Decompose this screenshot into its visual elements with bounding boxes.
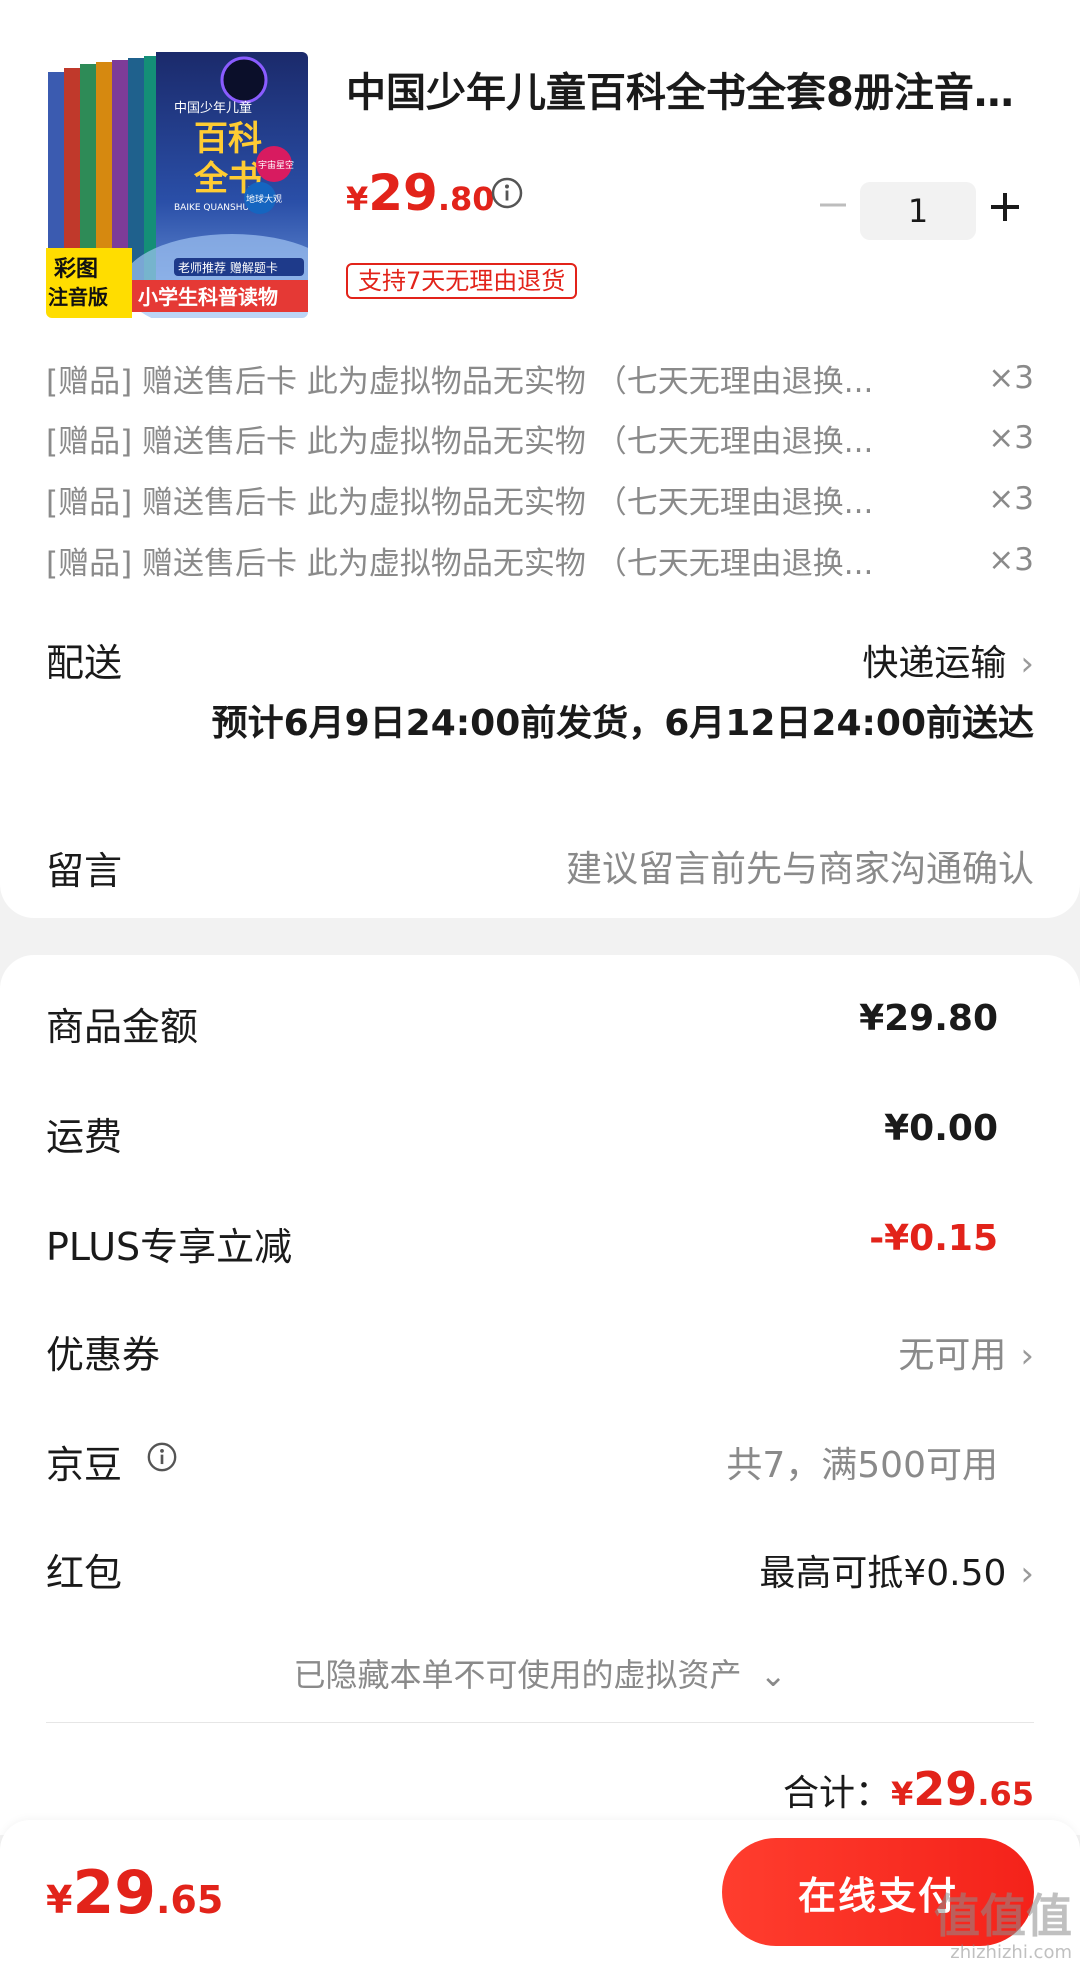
gift-row: [赠品] 赠送售后卡 此为虚拟物品无实物 （七天无理由退换... ×3 — [46, 408, 1034, 468]
product-title[interactable]: 中国少年儿童百科全书全套8册注音... — [346, 66, 1016, 120]
divider — [46, 1722, 1034, 1723]
price-decimal: .80 — [437, 180, 495, 218]
product-price: ¥29.80 — [346, 164, 495, 222]
cover-pinyin: BAIKE QUANSHU — [174, 203, 249, 213]
gift-count: ×3 — [988, 420, 1034, 456]
gift-text: [赠品] 赠送售后卡 此为虚拟物品无实物 （七天无理由退换... — [46, 484, 874, 521]
subtotal: 合计：¥29.65 — [783, 1762, 1034, 1816]
cover-title-top: 中国少年儿童 — [174, 100, 252, 116]
jingdou-label: 京豆 — [46, 1443, 123, 1487]
hidden-assets-text: 已隐藏本单不可使用的虚拟资产 — [293, 1656, 742, 1694]
gift-row: [赠品] 赠送售后卡 此为虚拟物品无实物 （七天无理由退换... ×3 — [46, 348, 1034, 408]
watermark: 值值值 zhizhizhi.com — [892, 1880, 1072, 1962]
watermark-logo: 值值值 — [934, 1889, 1072, 1943]
coupon-value: 无可用 — [898, 1335, 1007, 1376]
subtotal-decimal: .65 — [977, 1775, 1034, 1813]
total-price: ¥29.65 — [46, 1858, 223, 1928]
total-currency: ¥ — [46, 1878, 73, 1922]
price-integer: 29 — [368, 164, 438, 222]
gift-row: [赠品] 赠送售后卡 此为虚拟物品无实物 （七天无理由退换... ×3 — [46, 469, 1034, 529]
quantity-minus-button[interactable] — [818, 190, 848, 220]
coupon-selector[interactable]: 无可用 › — [898, 1326, 1034, 1378]
chevron-right-icon: › — [1020, 1554, 1034, 1594]
jingdou-info-icon[interactable] — [146, 1441, 178, 1473]
gift-count: ×3 — [988, 360, 1034, 396]
gift-text: [赠品] 赠送售后卡 此为虚拟物品无实物 （七天无理由退换... — [46, 363, 874, 400]
jingdou-value: 共7，满500可用 — [726, 1445, 998, 1486]
subtotal-integer: 29 — [913, 1762, 978, 1816]
product-image[interactable]: 中国少年儿童 百科 全书 BAIKE QUANSHU 宇宙星空 地球大观 彩图 … — [46, 52, 308, 318]
quantity-input[interactable]: 1 — [860, 182, 976, 240]
delivery-method-selector[interactable]: 快递运输 › — [862, 634, 1034, 686]
shipping-value: ¥0.00 — [884, 1108, 998, 1149]
plus-discount-value: -¥0.15 — [869, 1218, 998, 1259]
total-decimal: .65 — [155, 1878, 224, 1922]
order-items-card: 中国少年儿童 百科 全书 BAIKE QUANSHU 宇宙星空 地球大观 彩图 … — [0, 0, 1080, 918]
plus-discount-label: PLUS专享立减 — [46, 1225, 293, 1269]
total-integer: 29 — [72, 1858, 156, 1928]
cover-title-main1: 百科 — [194, 119, 262, 159]
cover-badge2: 地球大观 — [246, 193, 282, 205]
delivery-label: 配送 — [46, 641, 123, 685]
message-input[interactable]: 建议留言前先与商家沟通确认 — [566, 840, 1034, 892]
chevron-right-icon: › — [1020, 644, 1034, 684]
delivery-estimate: 预计6月9日24:00前发货，6月12日24:00前送达 — [211, 703, 1034, 744]
gift-count: ×3 — [988, 542, 1034, 578]
red-packet-label: 红包 — [46, 1551, 123, 1595]
gift-text: [赠品] 赠送售后卡 此为虚拟物品无实物 （七天无理由退换... — [46, 545, 874, 582]
gift-row: [赠品] 赠送售后卡 此为虚拟物品无实物 （七天无理由退换... ×3 — [46, 530, 1034, 590]
red-packet-selector[interactable]: 最高可抵¥0.50 › — [759, 1544, 1034, 1596]
gift-count: ×3 — [988, 481, 1034, 517]
message-label: 留言 — [46, 849, 123, 893]
price-currency: ¥ — [346, 180, 369, 218]
cover-corner2: 注音版 — [48, 285, 108, 309]
gift-text: [赠品] 赠送售后卡 此为虚拟物品无实物 （七天无理由退换... — [46, 423, 874, 460]
subtotal-currency: ¥ — [891, 1775, 914, 1813]
cover-corner1: 彩图 — [53, 257, 98, 282]
cover-promo: 老师推荐 赠解题卡 — [178, 261, 278, 275]
goods-amount-value: ¥29.80 — [859, 998, 998, 1039]
price-info-icon[interactable] — [490, 176, 524, 210]
watermark-url: zhizhizhi.com — [950, 1942, 1072, 1962]
goods-amount-label: 商品金额 — [46, 1005, 199, 1049]
shipping-label: 运费 — [46, 1115, 123, 1159]
chevron-right-icon: › — [1020, 1336, 1034, 1376]
return-policy-tag: 支持7天无理由退货 — [346, 263, 578, 299]
coupon-label: 优惠券 — [46, 1333, 161, 1377]
chevron-down-icon: ⌄ — [759, 1656, 787, 1694]
cover-badge1: 宇宙星空 — [258, 159, 294, 171]
hidden-assets-toggle[interactable]: 已隐藏本单不可使用的虚拟资产 ⌄ — [0, 1650, 1080, 1696]
red-packet-value: 最高可抵¥0.50 — [759, 1553, 1007, 1594]
subtotal-label: 合计： — [783, 1773, 892, 1814]
delivery-method: 快递运输 — [862, 643, 1007, 684]
fee-summary-card — [0, 955, 1080, 1835]
quantity-plus-button[interactable] — [988, 190, 1022, 224]
cover-banner: 小学生科普读物 — [138, 285, 278, 309]
